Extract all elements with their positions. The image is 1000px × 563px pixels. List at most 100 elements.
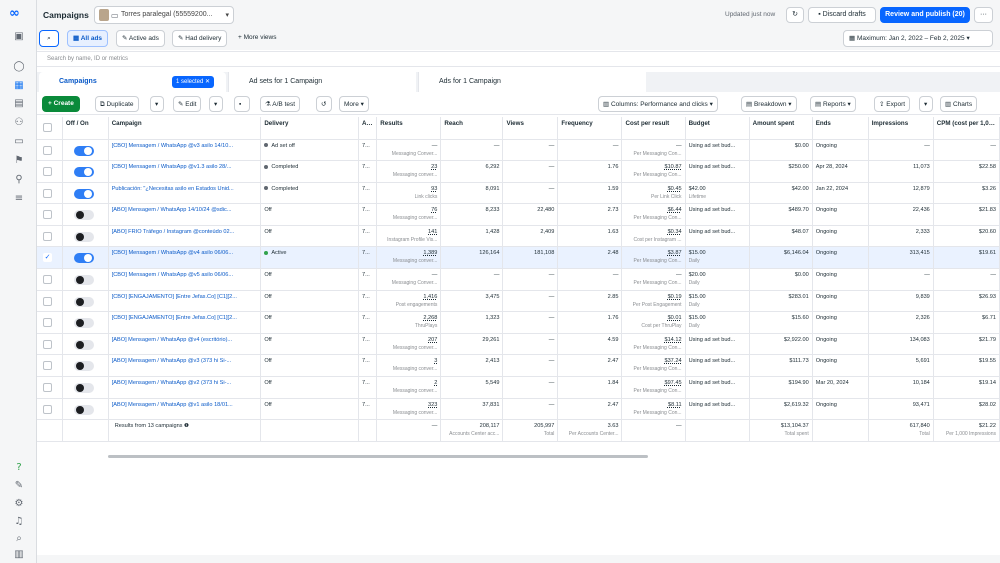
table-row[interactable]: [CBO] Mensagem / WhatsApp @v5 asilo 06/0… [37,268,1000,291]
value-results[interactable]: — [432,272,438,278]
export-dropdown[interactable]: ▾ [919,96,933,112]
column-header[interactable]: Cost per result [621,117,686,140]
value-cpr[interactable]: $0.34 [668,229,682,235]
row-checkbox[interactable] [43,361,52,371]
search-toggle-button[interactable]: ⌕ [39,30,59,47]
meta-logo-icon[interactable]: ∞ [9,6,20,21]
ads-icon[interactable]: ⚑ [12,154,26,168]
table-row[interactable]: Publicación: "¿Necesitas asilo en Estado… [37,182,1000,205]
campaign-name[interactable]: [ABO] Mensagem / WhatsApp @v3 (373 hi Si… [108,354,262,378]
breakdown-button[interactable]: ▤ Breakdown ▾ [741,96,797,112]
value-cpr[interactable]: $6.44 [668,207,682,213]
row-checkbox[interactable] [43,318,52,328]
settings-icon[interactable]: ⚙ [12,497,26,511]
value-results[interactable]: 323 [428,402,437,408]
review-publish-button[interactable]: Review and publish (20) [880,7,970,23]
more-button[interactable]: More ▾ [339,96,369,112]
value-results[interactable]: 2 [434,380,437,386]
value-cpr[interactable]: $37.24 [664,358,681,364]
duplicate-button[interactable]: ⧉ Duplicate [95,96,139,112]
column-header[interactable]: Campaign [108,117,262,140]
on-off-toggle[interactable] [73,383,94,394]
row-checkbox[interactable] [43,145,52,155]
row-checkbox[interactable] [43,339,52,349]
value-cpr[interactable]: $0.01 [668,315,682,321]
columns-button[interactable]: ▥ Columns: Performance and clicks ▾ [598,96,718,112]
on-off-toggle[interactable] [73,339,94,350]
column-header[interactable]: Views [502,117,559,140]
on-off-toggle[interactable] [73,318,94,329]
value-results[interactable]: 2,268 [423,315,437,321]
campaign-name[interactable]: [ABO] Mensagem / WhatsApp @v4 (escritóri… [108,333,262,356]
value-cpr[interactable]: $8.11 [668,402,682,408]
row-checkbox[interactable] [43,231,52,241]
value-cpr[interactable]: $14.12 [664,337,681,343]
edit-dropdown[interactable]: ▾ [209,96,223,112]
feedback-icon[interactable]: ✎ [12,479,26,493]
row-checkbox[interactable] [43,383,52,393]
refresh-button[interactable]: ↻ [786,7,804,23]
table-row[interactable]: [ABO] FRIO Tráfego / Instagram @conteúdo… [37,225,1000,248]
table-row[interactable]: [CBO] Mensagem / WhatsApp @v1.3 asilo 28… [37,160,1000,183]
more-options-button[interactable]: ··· [974,7,993,23]
campaign-name[interactable]: Publicación: "¿Necesitas asilo en Estado… [108,182,262,205]
column-header[interactable]: Frequency [557,117,623,140]
on-off-toggle[interactable] [73,296,94,307]
value-cpr[interactable]: $0.19 [668,294,682,300]
table-row[interactable]: [CBO] [ENGAJAMENTO] [Entre Jefas.Co] [C1… [37,311,1000,334]
value-cpr[interactable]: — [676,272,682,278]
people-icon[interactable]: ⚲ [12,173,26,187]
campaign-name[interactable]: [CBO] Mensagem / WhatsApp @v5 asilo 06/0… [108,268,262,291]
campaign-name[interactable]: [CBO] [ENGAJAMENTO] [Entre Jefas.Co] [C1… [108,290,262,313]
active-ads-filter[interactable]: ✎ Active ads [116,30,165,47]
export-button[interactable]: ⇪ Export [874,96,911,112]
value-results[interactable]: 3 [434,358,437,364]
edit-button[interactable]: ✎ Edit [173,96,202,112]
reports-button[interactable]: ▤ Reports ▾ [810,96,856,112]
help-icon[interactable]: ? [12,461,26,475]
campaign-name[interactable]: [CBO] [ENGAJAMENTO] [Entre Jefas.Co] [C1… [108,311,262,334]
column-header[interactable]: Ends [812,117,869,140]
on-off-toggle[interactable] [73,210,94,221]
ab-test-button[interactable]: ⚗ A/B test [260,96,301,112]
date-range-picker[interactable]: ▦ Maximum: Jan 2, 2022 – Feb 2, 2025 ▾ [843,30,993,47]
value-cpr[interactable]: $3.87 [668,250,682,256]
on-off-toggle[interactable] [73,404,94,415]
row-checkbox[interactable] [43,296,52,306]
table-row[interactable]: [ABO] Mensagem / WhatsApp @v3 (373 hi Si… [37,354,1000,378]
discard-drafts-button[interactable]: ▪ Discard drafts [808,7,876,23]
value-results[interactable]: 23 [431,164,437,170]
select-all-checkbox[interactable] [43,123,52,132]
charts-button[interactable]: ▥ Charts [940,96,978,112]
value-cpr[interactable]: $0.45 [668,186,682,192]
more-tools-icon[interactable]: ▥ [12,548,26,562]
column-header[interactable]: Reach [440,117,504,140]
value-results[interactable]: 93 [431,186,437,192]
value-cpr[interactable]: $10.87 [664,164,681,170]
campaign-name[interactable]: [ABO] Mensagem / WhatsApp @v2 (373 hi Si… [108,376,262,399]
tab-ad-sets[interactable]: Ad sets for 1 Campaign [228,72,416,92]
value-results[interactable]: — [432,143,438,149]
row-checkbox[interactable] [43,210,52,220]
column-header[interactable]: CPM (cost per 1,000... [933,117,1000,140]
value-cpr[interactable]: — [676,143,682,149]
value-results[interactable]: 1,416 [423,294,437,300]
on-off-toggle[interactable] [73,361,94,372]
search-input[interactable]: Search by name, ID or metrics [37,51,1000,67]
row-checkbox[interactable] [43,275,52,285]
account-icon[interactable]: ▣ [12,30,26,44]
table-row[interactable]: [CBO] Mensagem / WhatsApp @v3 asilo 14/1… [37,139,1000,162]
value-results[interactable]: 76 [431,207,437,213]
campaign-name[interactable]: [ABO] Mensagem / WhatsApp @v1 asilo 18/0… [108,398,262,421]
row-checkbox[interactable] [43,188,52,198]
duplicate-dropdown[interactable]: ▾ [150,96,164,112]
notifications-icon[interactable]: ♫ [12,515,26,529]
on-off-toggle[interactable] [73,167,94,178]
row-checkbox[interactable] [43,167,52,177]
row-checkbox[interactable] [43,404,52,414]
campaign-name[interactable]: [CBO] Mensagem / WhatsApp @v1.3 asilo 28… [108,160,262,183]
billing-icon[interactable]: ▭ [12,135,26,149]
selected-badge[interactable]: 1 selected ✕ [172,76,215,88]
column-header[interactable]: Amount spent [749,117,813,140]
on-off-toggle[interactable] [73,188,94,199]
